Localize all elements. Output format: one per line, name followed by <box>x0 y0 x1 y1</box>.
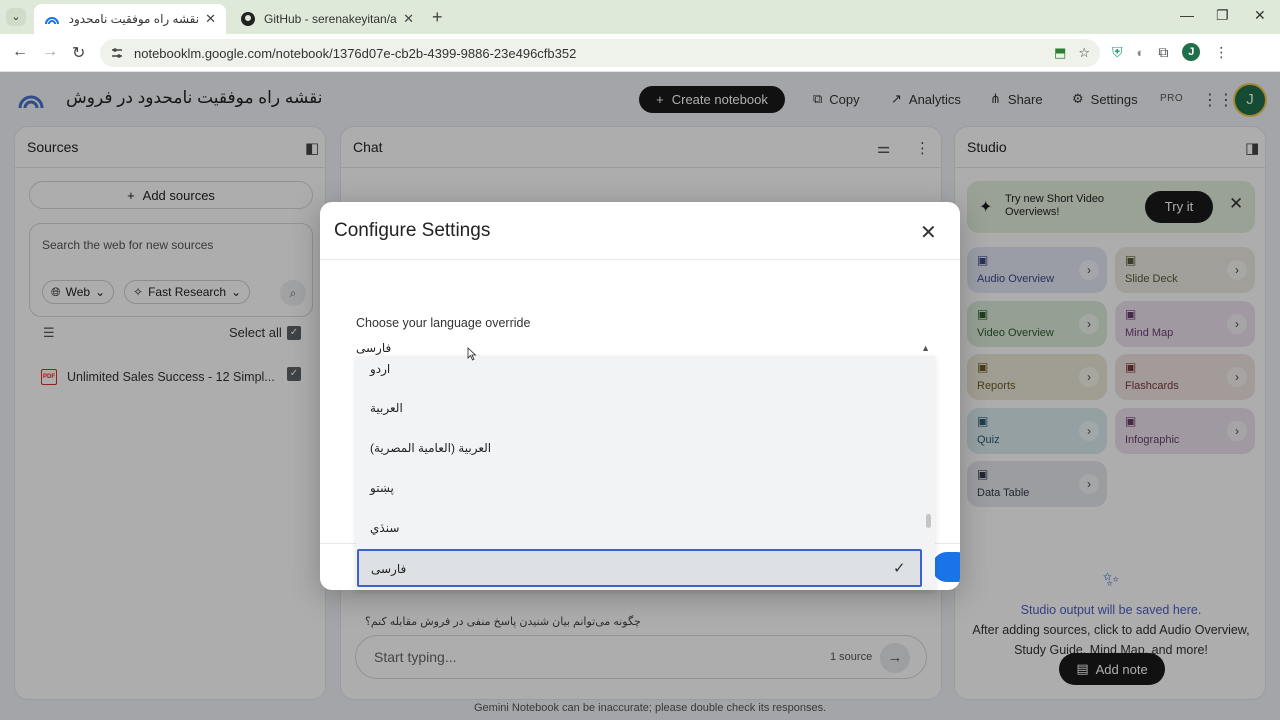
profile-avatar[interactable]: J <box>1182 43 1201 61</box>
selected-language: فارسی <box>356 341 392 355</box>
tab-title: GitHub - serenakeyitan/awesome <box>264 12 397 26</box>
language-option[interactable]: پښتو <box>370 481 394 495</box>
language-option[interactable]: العربية (العامية المصرية) <box>370 441 491 455</box>
mouse-cursor-icon <box>467 347 477 361</box>
language-option-selected[interactable]: فارسی ✓ <box>357 549 922 587</box>
language-option[interactable]: سنڌي <box>370 521 399 535</box>
language-option-label: فارسی <box>371 562 407 576</box>
browser-tab-github[interactable]: GitHub - serenakeyitan/awesome ✕ <box>230 4 424 34</box>
github-favicon-icon <box>241 12 255 26</box>
back-icon[interactable]: ← <box>12 43 28 61</box>
tab-close-icon[interactable]: ✕ <box>205 11 216 27</box>
language-label: Choose your language override <box>356 316 531 330</box>
language-option[interactable]: العربية <box>370 401 403 415</box>
install-app-icon[interactable]: ⬒ <box>1054 45 1066 61</box>
browser-address-bar: ← → ↻ notebooklm.google.com/notebook/137… <box>0 34 1280 72</box>
scrollbar-thumb[interactable] <box>926 514 931 528</box>
window-close-icon[interactable]: ✕ <box>1254 7 1266 24</box>
url-text: notebooklm.google.com/notebook/1376d07e-… <box>134 45 577 61</box>
tab-close-icon[interactable]: ✕ <box>403 11 414 27</box>
url-field[interactable]: notebooklm.google.com/notebook/1376d07e-… <box>100 39 1100 67</box>
site-info-icon[interactable] <box>110 46 124 60</box>
extensions-area: ⛨ ◐ ⧉ J ⋮ <box>1112 43 1228 61</box>
checkmark-icon: ✓ <box>893 560 906 577</box>
extension-icon[interactable]: ◐ <box>1137 45 1145 60</box>
caret-up-icon: ▲ <box>921 343 930 353</box>
browser-tab-active[interactable]: نقشه راه موفقیت نامحدود در فروش ✕ <box>34 4 226 34</box>
save-button[interactable] <box>932 552 960 582</box>
minimize-icon[interactable]: — <box>1180 7 1194 23</box>
tab-search-chevron-icon[interactable]: ⌄ <box>6 8 26 26</box>
close-icon[interactable]: ✕ <box>920 220 937 245</box>
forward-icon[interactable]: → <box>42 43 58 61</box>
tab-title: نقشه راه موفقیت نامحدود در فروش <box>68 12 200 26</box>
maximize-icon[interactable]: ❐ <box>1216 7 1229 24</box>
new-tab-icon[interactable]: + <box>432 7 443 28</box>
divider <box>320 259 960 260</box>
bookmark-star-icon[interactable]: ☆ <box>1078 45 1090 61</box>
shield-extension-icon[interactable]: ⛨ <box>1112 44 1123 61</box>
dialog-title: Configure Settings <box>334 220 491 241</box>
notebooklm-favicon-icon <box>45 17 59 25</box>
puzzle-extensions-icon[interactable]: ⧉ <box>1158 44 1168 61</box>
reload-icon[interactable]: ↻ <box>72 43 85 63</box>
browser-tab-bar: ⌄ نقشه راه موفقیت نامحدود در فروش ✕ GitH… <box>0 0 1280 34</box>
language-options-list: اردو العربية العربية (العامية المصرية) پ… <box>356 356 935 590</box>
language-option[interactable]: اردو <box>370 362 390 376</box>
browser-menu-icon[interactable]: ⋮ <box>1214 44 1228 61</box>
